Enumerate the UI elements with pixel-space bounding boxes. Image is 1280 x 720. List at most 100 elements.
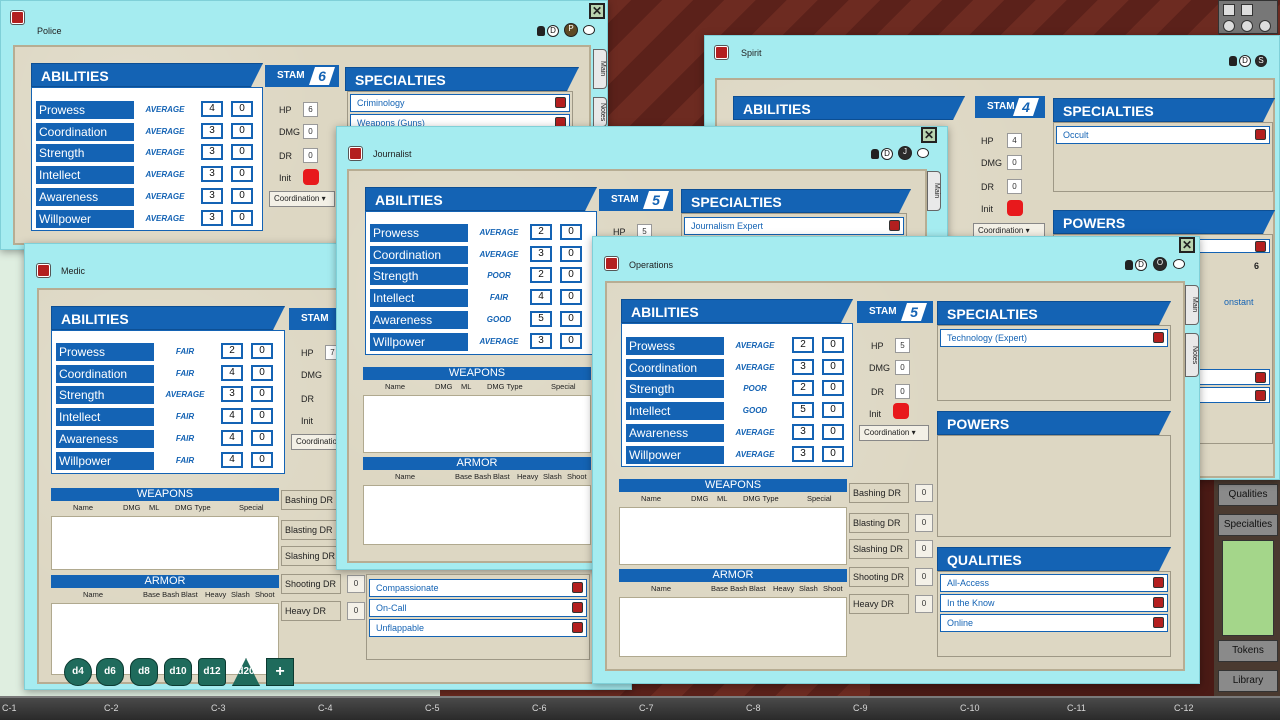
quality-item[interactable]: In the Know [940, 594, 1168, 612]
heavy-dr-value[interactable]: 0 [347, 602, 365, 620]
ability-modifier[interactable]: 0 [822, 446, 844, 462]
bashing-dr-value[interactable]: 0 [915, 484, 933, 502]
init-ability-dropdown[interactable]: Coordination ▾ [269, 191, 335, 207]
options-icon[interactable] [1259, 20, 1271, 32]
portrait-icon[interactable] [10, 10, 25, 25]
ability-modifier[interactable]: 0 [231, 144, 253, 160]
delete-icon[interactable] [1255, 390, 1266, 401]
dice-d10[interactable]: d10 [164, 658, 192, 686]
delete-icon[interactable] [1153, 597, 1164, 608]
delete-icon[interactable] [572, 602, 583, 613]
ability-modifier[interactable]: 0 [822, 380, 844, 396]
tab-main[interactable]: Main [927, 171, 941, 211]
blasting-dr-value[interactable]: 0 [915, 514, 933, 532]
delete-icon[interactable] [1255, 129, 1266, 140]
quality-item[interactable]: Unflappable [369, 619, 587, 637]
delete-icon[interactable] [555, 97, 566, 108]
ability-value[interactable]: 5 [530, 311, 552, 327]
hp-value[interactable]: 6 [303, 102, 318, 117]
init-indicator[interactable] [893, 403, 909, 419]
ability-value[interactable]: 3 [201, 144, 223, 160]
quality-item[interactable]: All-Access [940, 574, 1168, 592]
lock-icon[interactable] [537, 26, 545, 36]
portrait-icon[interactable] [714, 45, 729, 60]
ability-value[interactable]: 5 [792, 402, 814, 418]
ability-value[interactable]: 2 [530, 224, 552, 240]
portrait-icon[interactable] [36, 263, 51, 278]
delete-icon[interactable] [1255, 241, 1266, 252]
ability-modifier[interactable]: 0 [560, 311, 582, 327]
delete-icon[interactable] [889, 220, 900, 231]
ability-value[interactable]: 2 [221, 343, 243, 359]
ability-modifier[interactable]: 0 [251, 343, 273, 359]
ability-modifier[interactable]: 0 [560, 333, 582, 349]
ability-modifier[interactable]: 0 [251, 386, 273, 402]
init-indicator[interactable] [1007, 200, 1023, 216]
ability-value[interactable]: 4 [221, 430, 243, 446]
ability-value[interactable]: 3 [792, 359, 814, 375]
hp-value[interactable]: 4 [1007, 133, 1022, 148]
ability-value[interactable]: 3 [221, 386, 243, 402]
ability-modifier[interactable]: 0 [251, 430, 273, 446]
light-toggle-icon[interactable] [1223, 4, 1235, 16]
ability-modifier[interactable]: 0 [251, 365, 273, 381]
id-icon[interactable]: D [881, 148, 893, 160]
chat-icon[interactable] [1173, 259, 1185, 269]
shooting-dr-value[interactable]: 0 [347, 575, 365, 593]
delete-icon[interactable] [1153, 332, 1164, 343]
armor-list[interactable] [363, 485, 591, 545]
ability-value[interactable]: 4 [221, 452, 243, 468]
settings-icon[interactable] [1223, 20, 1235, 32]
delete-icon[interactable] [1153, 577, 1164, 588]
chat-icon[interactable] [917, 148, 929, 158]
ability-value[interactable]: 3 [530, 333, 552, 349]
dice-d4[interactable]: d4 [64, 658, 92, 686]
ability-value[interactable]: 2 [792, 337, 814, 353]
add-dice-button[interactable]: + [266, 658, 294, 686]
tab-notes[interactable]: Notes [1185, 333, 1199, 377]
specialty-item[interactable]: Occult [1056, 126, 1270, 144]
ability-modifier[interactable]: 0 [560, 224, 582, 240]
specialty-item[interactable]: Technology (Expert) [940, 329, 1168, 347]
portrait-toggle-icon[interactable]: P [564, 23, 578, 37]
ability-value[interactable]: 3 [201, 188, 223, 204]
lock-icon[interactable] [871, 149, 879, 159]
delete-icon[interactable] [572, 622, 583, 633]
dmg-value[interactable]: 0 [895, 360, 910, 375]
sidebar-specialties-button[interactable]: Specialties [1218, 514, 1278, 536]
hp-value[interactable]: 5 [895, 338, 910, 353]
dr-value[interactable]: 0 [303, 148, 318, 163]
ability-modifier[interactable]: 0 [560, 267, 582, 283]
lock-icon[interactable] [1229, 56, 1237, 66]
dr-value[interactable]: 0 [895, 384, 910, 399]
sidebar-tokens-button[interactable]: Tokens [1218, 640, 1278, 662]
ability-value[interactable]: 4 [530, 289, 552, 305]
character-window-operations[interactable]: ✕ Operations D O Main Notes ABILITIES Pr… [592, 236, 1200, 684]
dr-value[interactable]: 0 [1007, 179, 1022, 194]
ability-modifier[interactable]: 0 [822, 359, 844, 375]
quality-item[interactable]: Online [940, 614, 1168, 632]
ability-modifier[interactable]: 0 [251, 408, 273, 424]
ability-value[interactable]: 3 [530, 246, 552, 262]
sidebar-qualities-button[interactable]: Qualities [1218, 484, 1278, 506]
portrait-toggle-icon[interactable]: J [898, 146, 912, 160]
ability-value[interactable]: 3 [792, 424, 814, 440]
specialty-item[interactable]: Journalism Expert [684, 217, 904, 235]
init-indicator[interactable] [303, 169, 319, 185]
ability-modifier[interactable]: 0 [560, 289, 582, 305]
ability-modifier[interactable]: 0 [231, 123, 253, 139]
tab-main[interactable]: Main [593, 49, 607, 89]
delete-icon[interactable] [572, 582, 583, 593]
portrait-toggle-icon[interactable]: O [1153, 257, 1167, 271]
ability-value[interactable]: 2 [792, 380, 814, 396]
ability-modifier[interactable]: 0 [822, 402, 844, 418]
portrait-icon[interactable] [348, 146, 363, 161]
slashing-dr-value[interactable]: 0 [915, 540, 933, 558]
shooting-dr-value[interactable]: 0 [915, 568, 933, 586]
ability-value[interactable]: 3 [201, 166, 223, 182]
id-icon[interactable]: D [1239, 55, 1251, 67]
night-icon[interactable] [1241, 20, 1253, 32]
ability-value[interactable]: 4 [221, 408, 243, 424]
specialty-item[interactable]: Criminology [350, 94, 570, 112]
ability-modifier[interactable]: 0 [231, 101, 253, 117]
